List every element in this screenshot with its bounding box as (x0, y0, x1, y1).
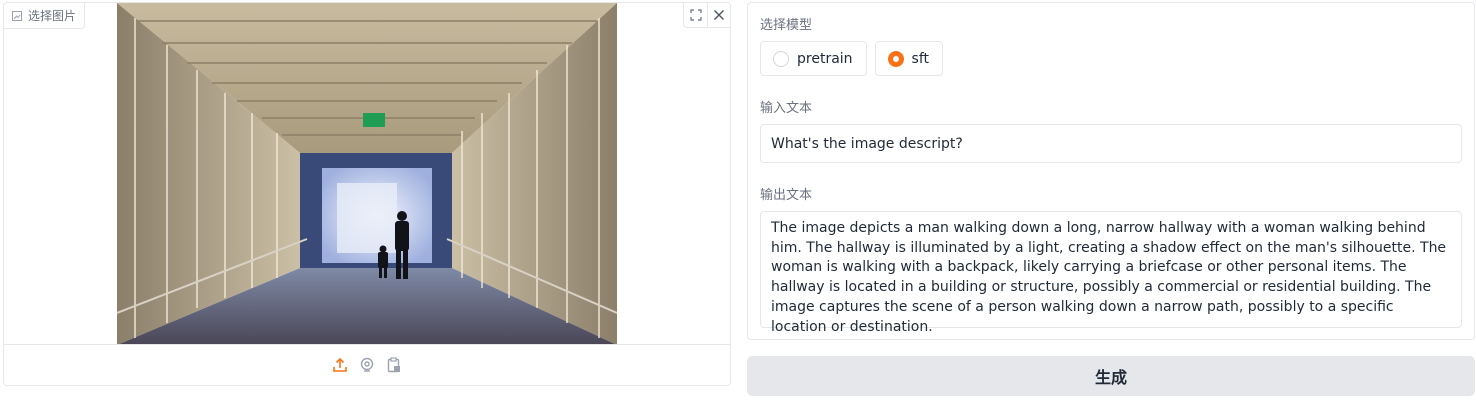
image-label-badge: 选择图片 (4, 3, 86, 29)
input-text-field[interactable]: What's the image descript? (760, 124, 1462, 163)
hallway-photo (117, 3, 617, 345)
form-panel: 选择模型 pretrain sft 输入文本 What's the image … (747, 2, 1475, 340)
radio-pretrain[interactable]: pretrain (760, 41, 867, 76)
output-text-value: The image depicts a man walking down a l… (771, 220, 1447, 335)
close-icon (714, 10, 724, 20)
clear-image-button[interactable] (707, 3, 730, 27)
uploaded-image[interactable] (117, 3, 617, 345)
radio-pretrain-label: pretrain (797, 50, 853, 67)
webcam-button[interactable] (359, 357, 376, 374)
radio-sft[interactable]: sft (874, 41, 944, 76)
image-icon (12, 10, 22, 21)
radio-circle-checked (887, 50, 904, 67)
upload-icon (333, 357, 347, 372)
image-source-toolbar (4, 344, 730, 385)
generate-button[interactable]: 生成 (747, 356, 1475, 396)
model-radio-group: pretrain sft (760, 41, 944, 76)
image-corner-actions (683, 3, 730, 28)
output-text-area[interactable]: The image depicts a man walking down a l… (760, 211, 1462, 335)
fullscreen-button[interactable] (684, 3, 707, 27)
input-text-value: What's the image descript? (771, 135, 963, 152)
upload-button[interactable] (332, 357, 349, 374)
fullscreen-icon (689, 9, 702, 21)
radio-sft-label: sft (911, 50, 930, 67)
image-label: 选择图片 (28, 9, 77, 23)
clipboard-button[interactable] (386, 357, 403, 374)
model-select-label: 选择模型 (760, 18, 813, 33)
image-input-panel: 选择图片 (3, 2, 731, 386)
input-text-label: 输入文本 (760, 101, 813, 116)
clipboard-icon (387, 357, 400, 373)
webcam-icon (360, 357, 374, 372)
radio-circle (773, 50, 789, 67)
output-text-label: 输出文本 (760, 188, 813, 203)
